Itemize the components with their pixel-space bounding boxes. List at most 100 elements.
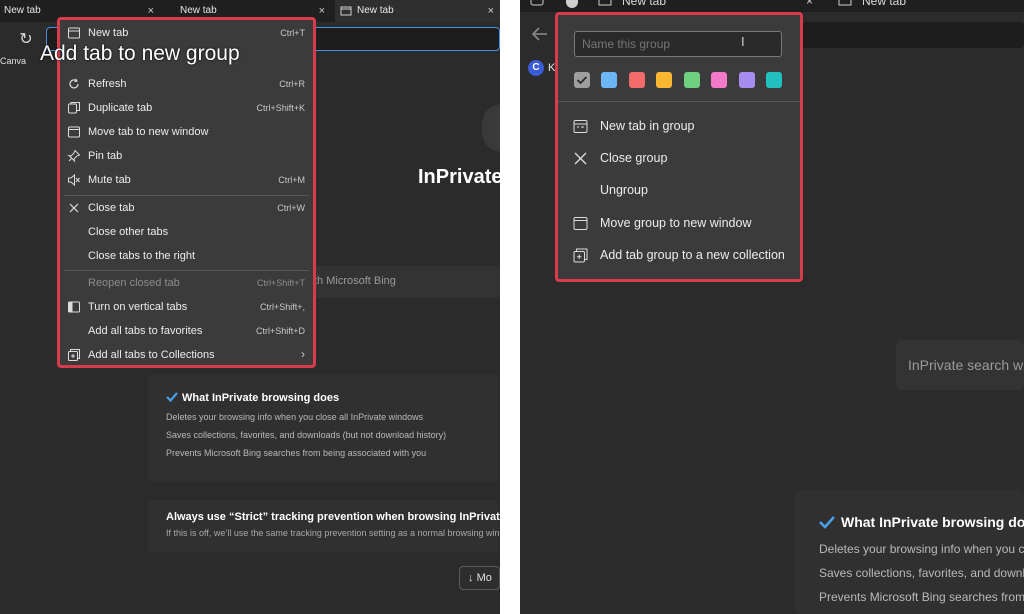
new-tab-icon [68,27,80,39]
menu-divider [558,101,800,102]
tab-favicon-icon [598,0,612,6]
group-name-input[interactable] [574,31,782,57]
menu-shortcut: Ctrl+Shift+D [255,326,305,336]
close-icon [574,152,587,165]
menu-item-move-window[interactable]: Move tab to new window [60,122,313,144]
card-line: Prevents Microsoft Bing searches from [819,590,1024,604]
text-cursor-icon: I [741,34,745,49]
tab-label: New tab [180,5,217,16]
menu-shortcut: Ctrl+R [279,79,305,89]
menu-item-new-tab-in-group[interactable]: New tab in group [558,112,800,140]
menu-label: Add all tabs to favorites [88,325,203,337]
pin-icon [67,149,81,163]
close-icon[interactable]: × [806,0,813,8]
menu-label: New tab [88,27,129,39]
page-title: InPrivate [418,166,500,188]
collections-icon [68,349,80,361]
color-swatch-cyan[interactable] [766,72,782,88]
menu-item-refresh[interactable]: Refresh Ctrl+R [60,74,313,96]
menu-item-mute[interactable]: Mute tab Ctrl+M [60,170,313,192]
strict-card [148,500,498,552]
right-screenshot: New tab × New tab C K InPrivate search w… [520,0,1024,614]
menu-item-add-favorites[interactable]: Add all tabs to favorites Ctrl+Shift+D [60,321,313,343]
color-swatch-green[interactable] [684,72,700,88]
card-line: Deletes your browsing info when you c [819,542,1024,556]
close-icon[interactable]: × [488,0,494,22]
collections-icon [573,248,588,263]
menu-item-add-to-collection[interactable]: Add tab group to a new collection [558,241,800,269]
address-bar[interactable] [800,22,1024,48]
card-title: Always use “Strict” tracking prevention … [166,511,500,523]
menu-item-close-group[interactable]: Close group [558,144,800,172]
color-swatch-yellow[interactable] [656,72,672,88]
close-icon[interactable]: × [319,0,325,22]
tab-3[interactable]: New tab × [335,0,500,22]
menu-label: Duplicate tab [88,102,153,114]
close-icon [69,203,79,213]
tab-label: New tab [357,5,394,16]
menu-shortcut: Ctrl+Shift+T [256,278,305,288]
favorite-canva[interactable]: Canva [0,56,26,66]
menu-label: Close tabs to the right [88,250,196,262]
menu-label: Add all tabs to Collections [88,349,215,361]
window-icon [68,126,80,138]
tab-label: New tab [4,5,41,16]
tab-favicon-icon [340,6,352,16]
card-title: What InPrivate browsing does [182,392,340,404]
color-swatch-pink[interactable] [711,72,727,88]
divider [500,0,520,614]
card-line: Saves collections, favorites, and downl [819,566,1024,580]
menu-label: New tab in group [600,119,695,133]
menu-item-reopen: Reopen closed tab Ctrl+Shift+T [60,273,313,295]
tab-label[interactable]: New tab [862,0,906,8]
menu-divider [64,270,309,271]
duplicate-icon [68,102,80,114]
color-swatch-blue[interactable] [601,72,617,88]
menu-item-vertical-tabs[interactable]: Turn on vertical tabs Ctrl+Shift+, [60,297,313,319]
new-tab-icon [573,120,588,133]
color-swatch-grey[interactable] [574,72,590,88]
menu-item-duplicate[interactable]: Duplicate tab Ctrl+Shift+K [60,98,313,120]
tooltip: Add tab to new group [40,42,240,65]
color-swatch-red[interactable] [629,72,645,88]
card-line: Prevents Microsoft Bing searches from be… [166,448,427,458]
menu-label: Ungroup [600,183,648,197]
menu-label: Pin tab [88,150,123,162]
color-swatch-purple[interactable] [739,72,755,88]
avatar [482,104,500,152]
card-subtitle: If this is off, we’ll use the same track… [166,528,500,538]
menu-label: Move group to new window [600,216,752,230]
menu-label: Refresh [88,78,127,90]
menu-item-pin[interactable]: Pin tab [60,146,313,168]
mute-icon [68,173,80,187]
menu-label: Move tab to new window [88,126,209,138]
tab-actions-icon[interactable] [530,0,544,8]
menu-item-close-tab[interactable]: Close tab Ctrl+W [60,198,313,220]
menu-divider [64,195,309,196]
left-screenshot: New tab × New tab × New tab × ↻ Canva In… [0,0,500,614]
menu-label: Close other tabs [88,226,169,238]
menu-label: Close tab [88,202,135,214]
down-arrow-icon: ↓ [468,572,474,584]
back-arrow-icon[interactable] [530,24,550,44]
tab-context-menu: New tab Ctrl+T Refresh Ctrl+R Duplicate … [57,17,316,368]
chevron-right-icon: › [301,347,305,361]
card-title: What InPrivate browsing does [841,514,1024,530]
info-card [148,374,498,482]
tab-label[interactable]: New tab [622,0,666,8]
menu-item-close-right[interactable]: Close tabs to the right [60,246,313,268]
favorite-icon[interactable]: C [528,60,544,76]
menu-label: Reopen closed tab [88,277,180,289]
menu-shortcut: Ctrl+Shift+K [256,103,305,113]
menu-item-ungroup[interactable]: Ungroup [558,176,800,204]
menu-item-move-group-window[interactable]: Move group to new window [558,209,800,237]
more-button[interactable]: ↓ Mo [459,566,500,590]
menu-shortcut: Ctrl+Shift+, [259,302,305,312]
menu-label: Turn on vertical tabs [88,301,188,313]
more-label: Mo [476,572,492,584]
menu-item-close-others[interactable]: Close other tabs [60,222,313,244]
window-icon [573,217,588,230]
menu-item-add-collections[interactable]: Add all tabs to Collections › [60,345,313,367]
refresh-icon[interactable]: ↻ [16,30,36,50]
tab-group-menu: I New tab in group Close group Ungroup M… [555,12,803,282]
